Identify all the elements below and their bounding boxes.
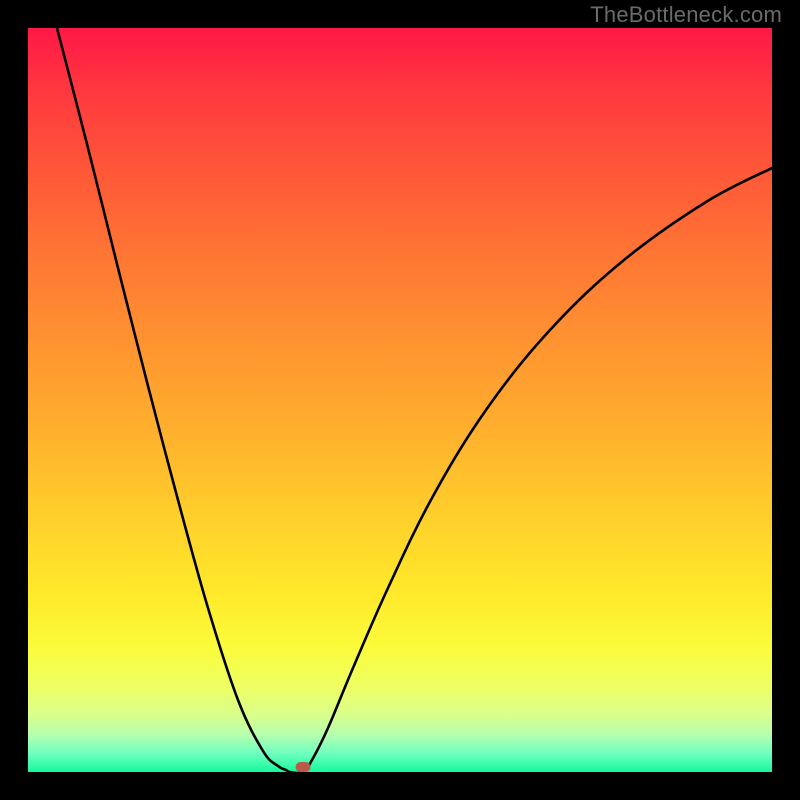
plot-area [28,28,772,772]
curve-svg [28,28,772,772]
watermark-text: TheBottleneck.com [590,2,782,28]
chart-container: TheBottleneck.com [0,0,800,800]
curve-path [57,28,772,772]
marker-pill [296,762,311,772]
